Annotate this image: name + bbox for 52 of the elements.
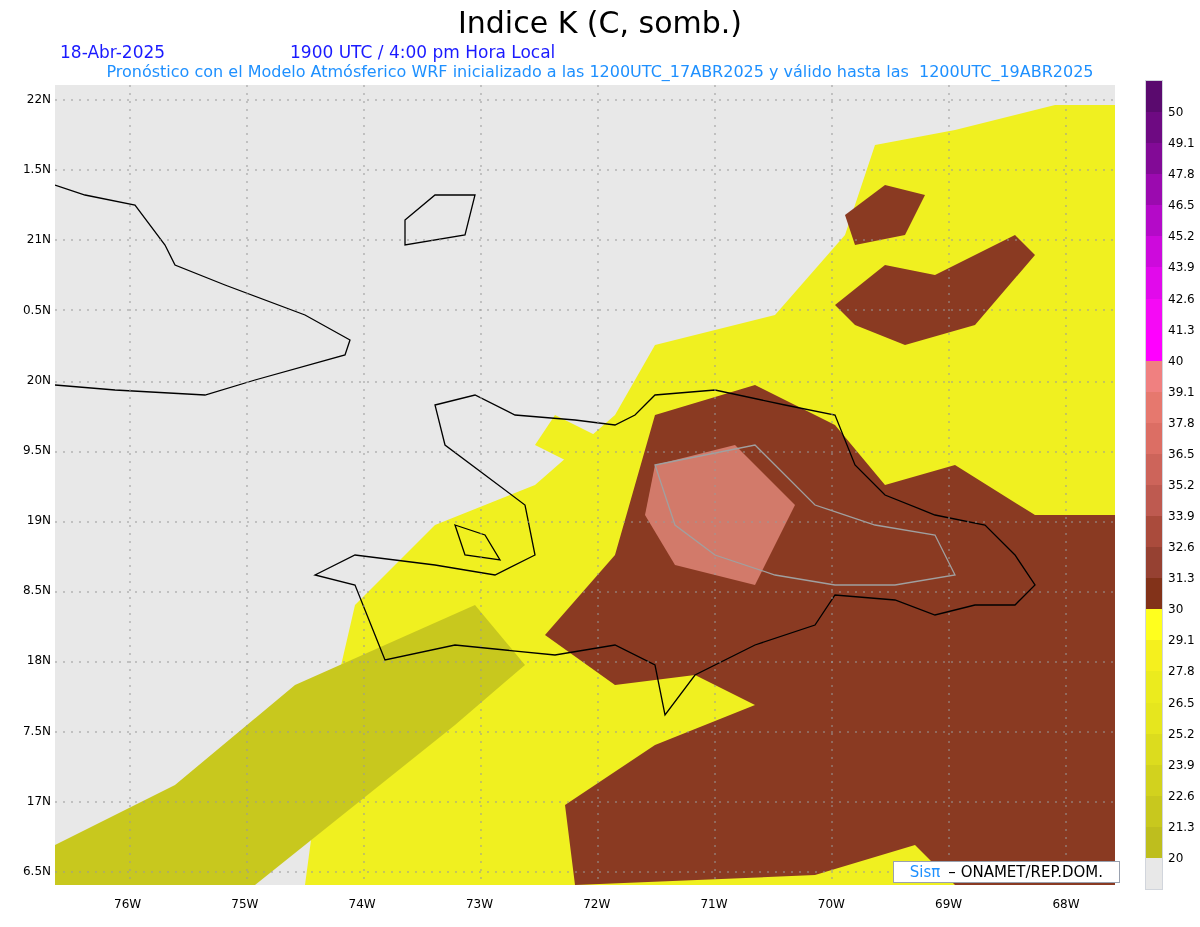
brand-logo: Sisπ bbox=[909, 862, 941, 882]
latitude-label: 1.5N bbox=[22, 161, 51, 178]
legend-label: 30 bbox=[1168, 601, 1184, 618]
longitude-label: 74W bbox=[348, 896, 376, 912]
legend-label: 29.1 bbox=[1168, 632, 1195, 649]
longitude-label: 69W bbox=[935, 896, 963, 912]
model-description: Pronóstico con el Modelo Atmósferico WRF inicializado a las 1200UTC_17ABR2025 y válido hasta las 1200UTC_19ABR2025 bbox=[106, 62, 1094, 82]
legend-label: 21.3 bbox=[1168, 818, 1195, 835]
latitude-label: 9.5N bbox=[22, 441, 51, 458]
legend-label: 36.5 bbox=[1168, 445, 1195, 462]
legend-label: 27.8 bbox=[1168, 663, 1195, 680]
legend-label: 39.1 bbox=[1168, 383, 1195, 400]
legend-label: 45.2 bbox=[1168, 228, 1195, 245]
latitude-label: 18N bbox=[26, 652, 51, 669]
legend-label: 50 bbox=[1168, 104, 1184, 121]
longitude-label: 68W bbox=[1052, 896, 1080, 912]
latitude-label: 19N bbox=[26, 512, 51, 529]
latitude-label: 6.5N bbox=[22, 862, 51, 879]
legend-label: 22.6 bbox=[1168, 787, 1195, 804]
latitude-label: 22N bbox=[26, 91, 51, 107]
legend-label: 23.9 bbox=[1168, 756, 1195, 773]
forecast-date: 18-Abr-2025 bbox=[60, 42, 167, 62]
legend-label: 43.9 bbox=[1168, 259, 1195, 276]
legend-label: 26.5 bbox=[1168, 694, 1195, 711]
latitude-label: 20N bbox=[26, 371, 51, 388]
legend-label: 35.2 bbox=[1168, 477, 1195, 493]
latitude-label: 7.5N bbox=[22, 722, 51, 739]
longitude-label: 73W bbox=[465, 896, 494, 912]
legend-label: 49.1 bbox=[1168, 135, 1195, 152]
longitude-label: 76W bbox=[114, 896, 142, 912]
legend-label: 42.6 bbox=[1168, 290, 1195, 307]
chart-title: Indice K (C, somb.) bbox=[457, 4, 743, 42]
latitude-label: 21N bbox=[26, 231, 51, 248]
legend-label: 32.6 bbox=[1168, 539, 1195, 556]
forecast-time: 1900 UTC / 4:00 pm Hora Local bbox=[290, 42, 556, 62]
legend-label: 33.9 bbox=[1168, 508, 1195, 525]
longitude-label: 75W bbox=[231, 896, 259, 912]
credit-text: – ONAMET/REP.DOM. bbox=[948, 862, 1103, 882]
legend-label: 31.3 bbox=[1168, 570, 1195, 587]
legend-label: 25.2 bbox=[1168, 725, 1195, 742]
longitude-label: 71W bbox=[700, 896, 728, 912]
legend-label: 47.8 bbox=[1168, 166, 1195, 183]
longitude-label: 72W bbox=[583, 896, 611, 912]
legend-label: 37.8 bbox=[1168, 414, 1195, 431]
legend-label: 40 bbox=[1168, 352, 1184, 369]
latitude-label: 17N bbox=[26, 792, 51, 809]
longitude-label: 70W bbox=[817, 896, 845, 912]
latitude-label: 0.5N bbox=[22, 301, 51, 318]
legend-label: 20 bbox=[1168, 849, 1184, 866]
legend-label: 46.5 bbox=[1168, 197, 1195, 214]
latitude-label: 8.5N bbox=[22, 582, 51, 599]
legend-label: 41.3 bbox=[1168, 321, 1195, 338]
